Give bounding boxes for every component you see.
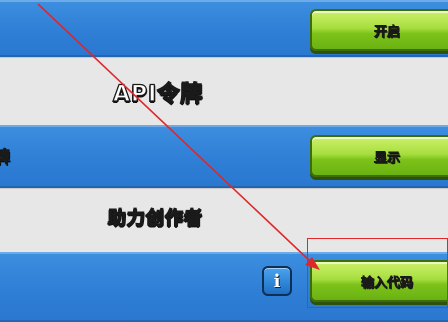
- annotation-arrow: [37, 3, 320, 270]
- annotation-arrow-line: [37, 3, 312, 263]
